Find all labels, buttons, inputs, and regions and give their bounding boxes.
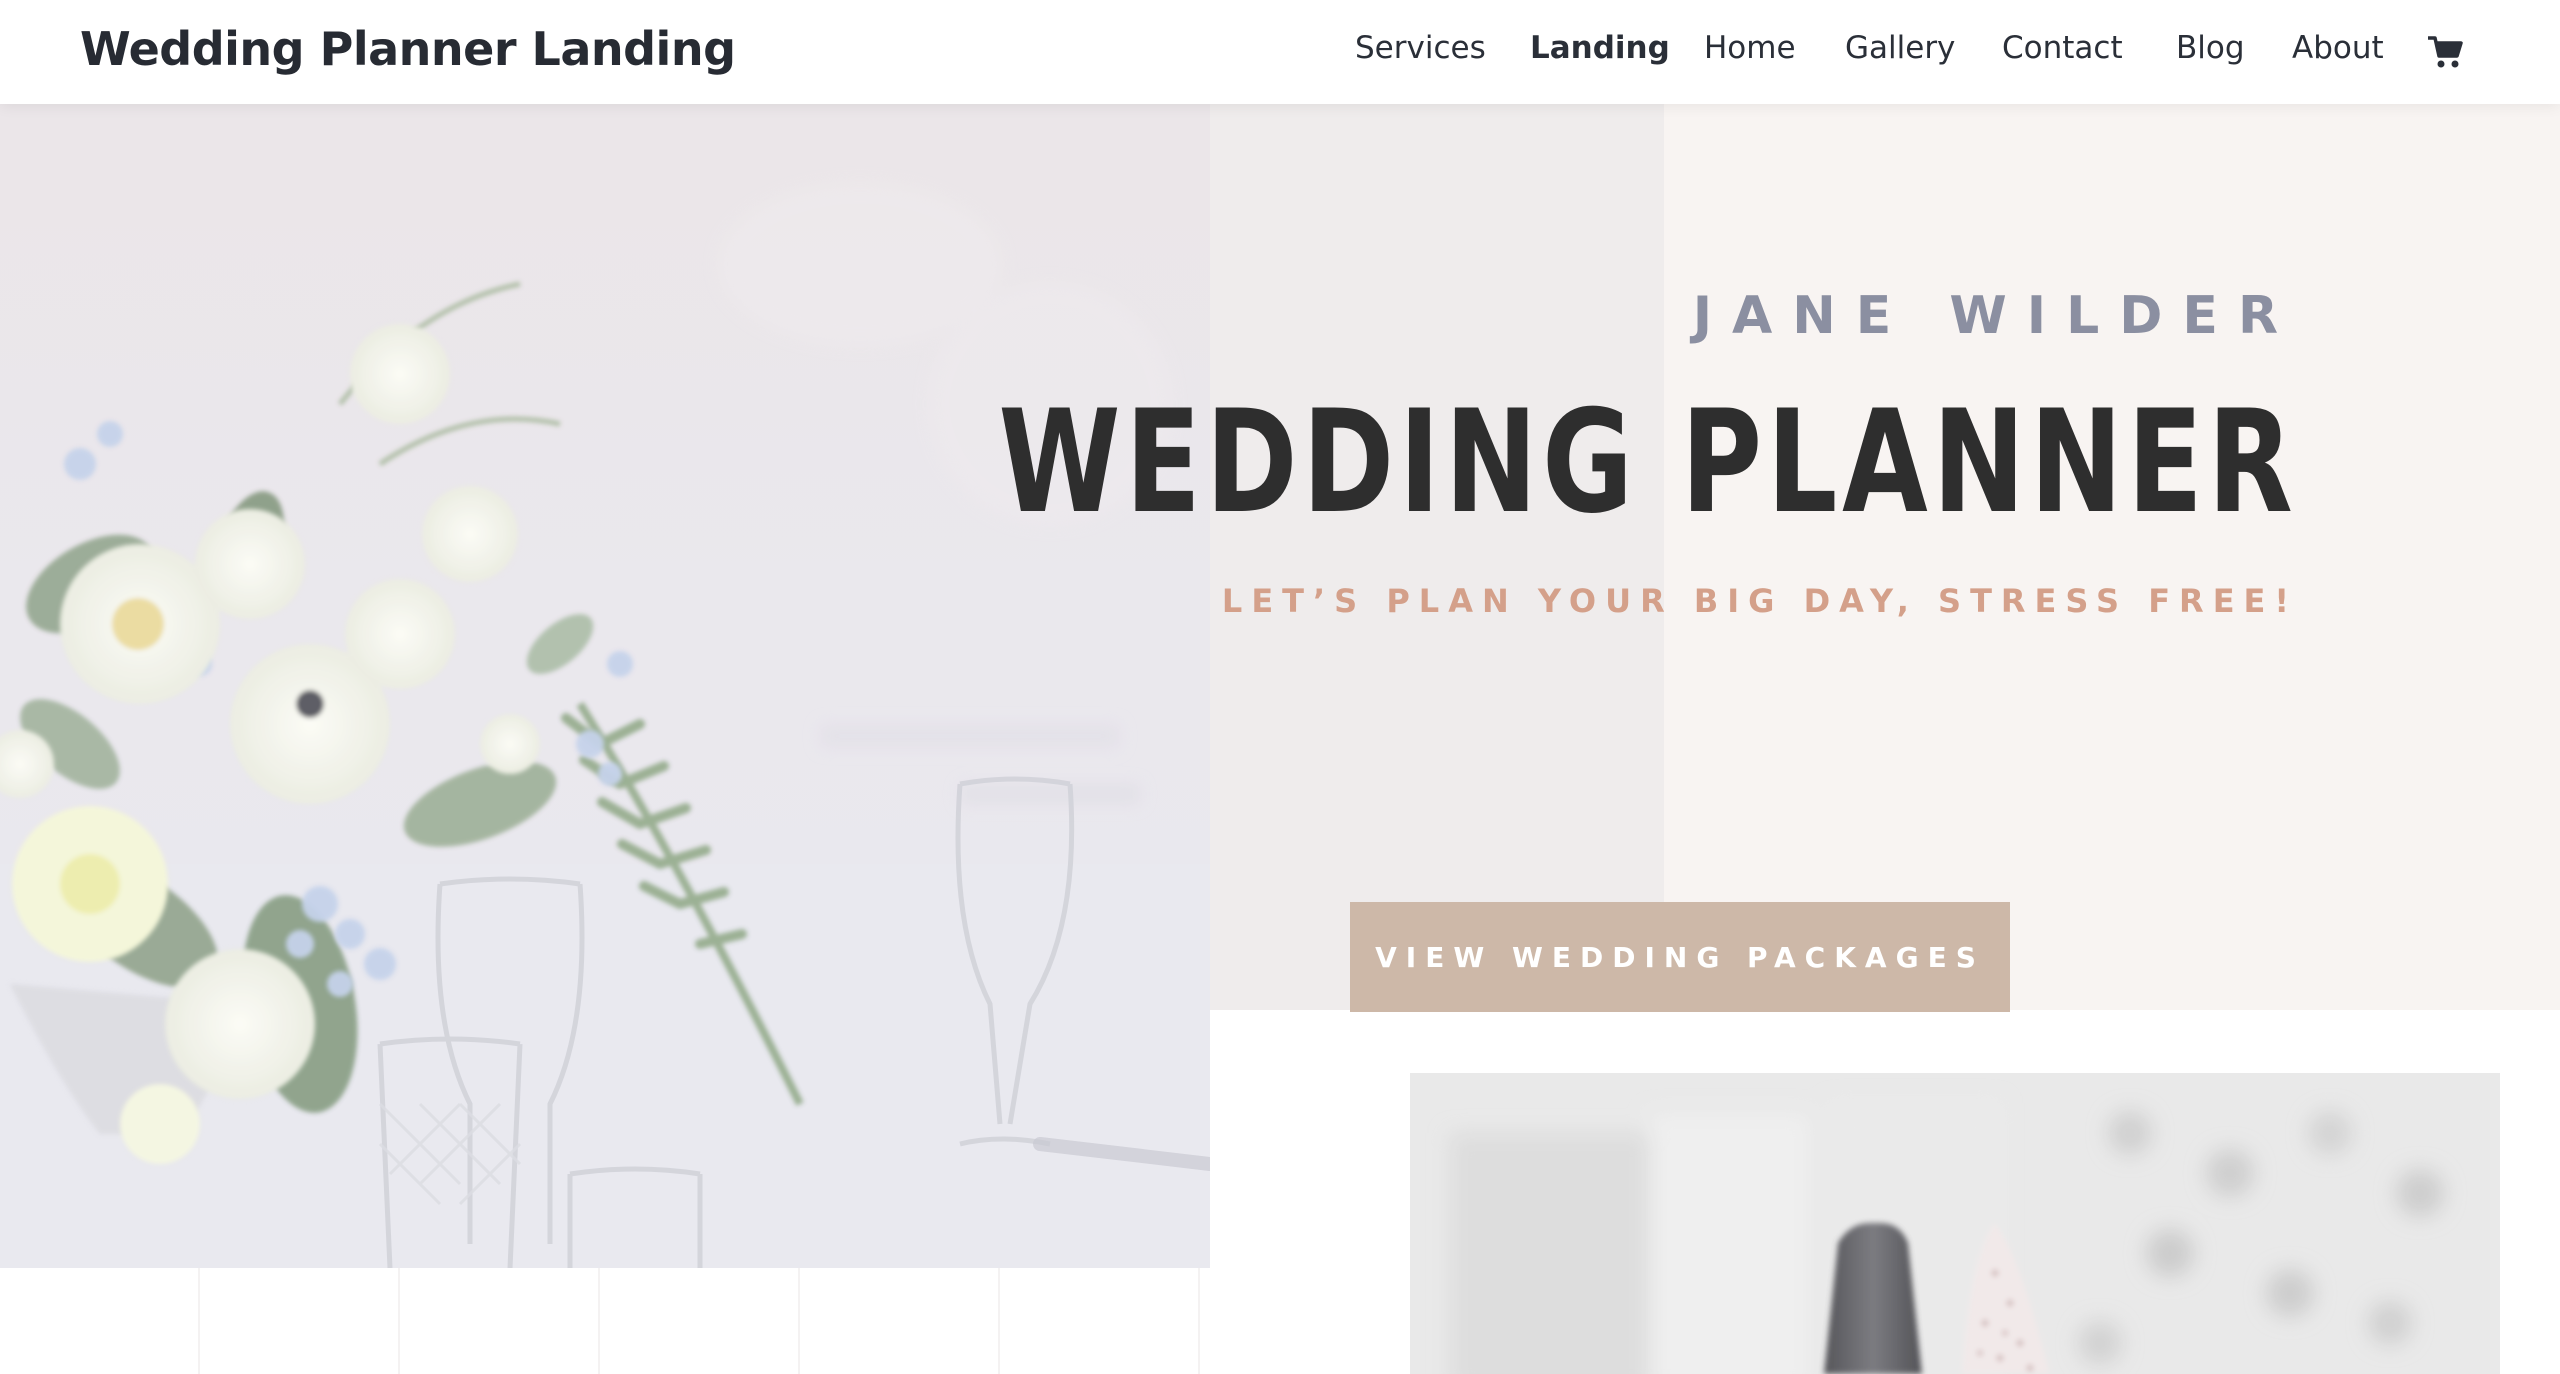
nav-item-home[interactable]: Home [1704,30,1796,66]
site-title[interactable]: Wedding Planner Landing [80,22,736,76]
nav-item-services[interactable]: Services [1355,30,1486,66]
column-divider [798,1268,800,1374]
detail-photo [1410,1073,2500,1374]
site-header: Wedding Planner Landing Services Landing… [0,0,2560,104]
hero-headline: WEDDING PLANNER [998,380,2298,545]
column-divider [1198,1268,1200,1374]
column-divider [998,1268,1000,1374]
hero-flowers-photo [0,104,1210,1268]
nav-item-about[interactable]: About [2292,30,2384,66]
hero-background-right [1664,104,2560,1010]
nav-item-contact[interactable]: Contact [2002,30,2123,66]
hero-eyebrow: JANE WILDER [1692,286,2298,346]
column-divider [198,1268,200,1374]
shopping-cart-icon[interactable] [2426,34,2464,70]
view-packages-button[interactable]: VIEW WEDDING PACKAGES [1350,902,2010,1012]
column-divider [598,1268,600,1374]
nav-item-landing[interactable]: Landing [1530,30,1670,66]
hero-subline: LET’S PLAN YOUR BIG DAY, STRESS FREE! [1221,582,2298,620]
lower-section [0,1268,1350,1374]
nav-item-gallery[interactable]: Gallery [1845,30,1955,66]
column-divider [398,1268,400,1374]
nav-item-blog[interactable]: Blog [2176,30,2245,66]
landing-page: Wedding Planner Landing Services Landing… [0,0,2560,1374]
